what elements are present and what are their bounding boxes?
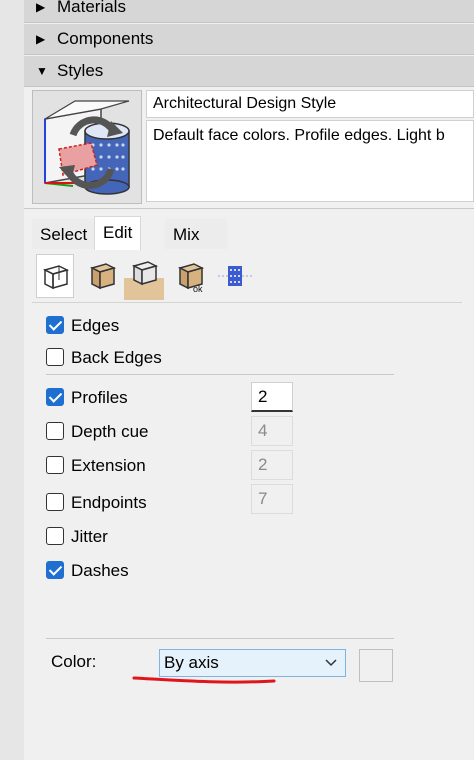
edge-color-swatch[interactable] xyxy=(359,649,393,682)
style-thumbnail[interactable] xyxy=(32,90,142,204)
edge-color-value: By axis xyxy=(164,653,219,672)
depth-cue-label: Depth cue xyxy=(71,422,149,441)
styles-header[interactable]: ▼ Styles xyxy=(24,56,474,87)
tab-mix[interactable]: Mix xyxy=(165,219,227,249)
red-underline-annotation xyxy=(132,676,276,684)
toolbar-divider xyxy=(32,302,462,303)
endpoints-checkbox[interactable] xyxy=(46,493,64,511)
extension-input: 2 xyxy=(251,450,293,480)
components-header[interactable]: ▶ Components xyxy=(24,24,474,55)
edge-settings-icon[interactable] xyxy=(36,254,74,298)
background-settings-icon[interactable] xyxy=(124,254,164,300)
edges-separator xyxy=(46,374,394,375)
watermark-settings-icon[interactable]: ok xyxy=(172,254,210,298)
profiles-label: Profiles xyxy=(71,388,128,407)
style-name-field[interactable]: Architectural Design Style xyxy=(146,90,474,118)
svg-text:ok: ok xyxy=(193,284,203,294)
jitter-checkbox[interactable] xyxy=(46,527,64,545)
dashes-checkbox[interactable] xyxy=(46,561,64,579)
tab-select[interactable]: Select xyxy=(32,219,96,249)
back-edges-label: Back Edges xyxy=(71,348,162,367)
edit-settings-toolbar: ok xyxy=(32,254,462,302)
left-edge-strip xyxy=(0,0,25,760)
divider xyxy=(24,208,474,209)
profiles-width-input[interactable]: 2 xyxy=(251,382,293,412)
depth-cue-input: 4 xyxy=(251,416,293,446)
chevron-down-icon xyxy=(325,650,337,684)
dashes-label: Dashes xyxy=(71,561,129,580)
face-settings-icon[interactable] xyxy=(84,254,122,298)
expand-arrow-icon: ▶ xyxy=(36,0,46,14)
style-preview-icon xyxy=(44,100,130,195)
endpoints-label: Endpoints xyxy=(71,493,147,512)
collapse-arrow-icon: ▼ xyxy=(36,64,48,78)
edges-label: Edges xyxy=(71,316,120,335)
styles-title: Styles xyxy=(57,61,104,80)
endpoints-input: 7 xyxy=(251,484,293,514)
color-separator xyxy=(46,638,394,639)
edges-checkbox[interactable] xyxy=(46,316,64,334)
materials-title: Materials xyxy=(57,0,126,16)
extension-label: Extension xyxy=(71,456,146,475)
tab-edit[interactable]: Edit xyxy=(94,216,142,250)
materials-header[interactable]: ▶ Materials xyxy=(24,0,474,23)
profiles-checkbox[interactable] xyxy=(46,388,64,406)
modeling-settings-icon[interactable] xyxy=(216,254,254,298)
jitter-label: Jitter xyxy=(71,527,108,546)
extension-checkbox[interactable] xyxy=(46,456,64,474)
expand-arrow-icon: ▶ xyxy=(36,32,46,46)
depth-cue-checkbox[interactable] xyxy=(46,422,64,440)
style-description-field[interactable]: Default face colors. Profile edges. Ligh… xyxy=(146,120,474,202)
components-title: Components xyxy=(57,29,154,48)
back-edges-checkbox[interactable] xyxy=(46,348,64,366)
default-tray-panel: ▶ Materials ▶ Components ▼ Styles Archit… xyxy=(24,0,474,760)
color-label: Color: xyxy=(51,652,97,671)
